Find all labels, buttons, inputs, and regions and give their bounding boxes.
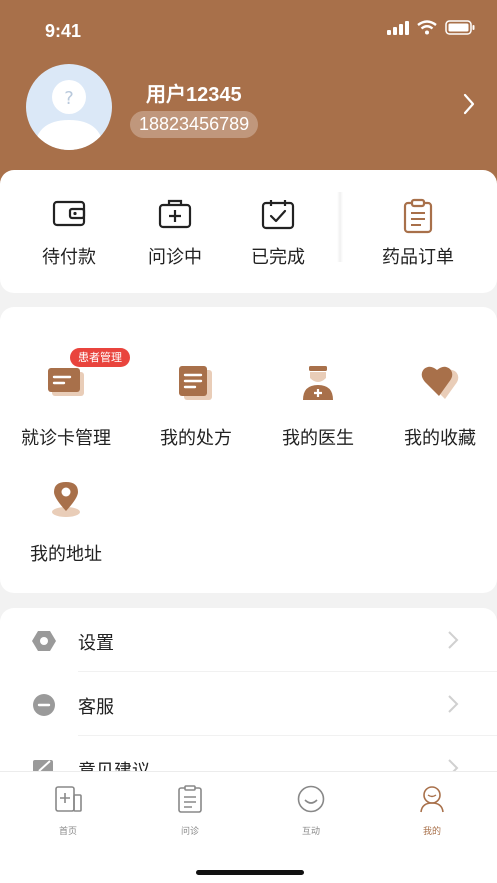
clipboard-icon <box>403 198 433 234</box>
service-my-doctor[interactable]: 我的医生 <box>256 364 380 464</box>
order-divider <box>337 192 343 262</box>
chevron-right-icon <box>448 631 459 649</box>
service-address[interactable]: 我的地址 <box>4 480 128 580</box>
user-icon <box>420 786 444 813</box>
battery-icon <box>445 20 475 35</box>
order-in-consultation[interactable]: 问诊中 <box>125 170 225 293</box>
default-avatar-icon: ? <box>34 80 104 150</box>
order-medicine[interactable]: 药品订单 <box>368 170 468 293</box>
chat-icon <box>33 694 55 716</box>
order-completed[interactable]: 已完成 <box>228 170 328 293</box>
status-icons <box>387 20 475 35</box>
prescription-icon <box>179 366 212 400</box>
service-visit-card[interactable]: 就诊卡管理 <box>4 364 128 464</box>
signal-icon <box>387 20 409 35</box>
customer-service-label: 客服 <box>78 697 114 718</box>
location-pin-icon <box>52 482 80 517</box>
order-label: 已完成 <box>251 247 305 268</box>
customer-service-row[interactable]: 客服 <box>0 672 497 736</box>
order-label: 待付款 <box>42 247 96 268</box>
profile-header[interactable]: ? 用户12345 18823456789 <box>0 60 497 160</box>
tab-label: 我的 <box>422 827 441 837</box>
phone-number: 18823456789 <box>130 111 259 138</box>
doctor-icon <box>303 366 333 400</box>
status-bar: 9:41 <box>0 0 497 60</box>
order-label: 问诊中 <box>148 247 202 268</box>
chevron-right-icon <box>448 695 459 713</box>
patient-management-badge: 患者管理 <box>70 348 130 367</box>
home-icon <box>55 786 82 812</box>
service-prescription[interactable]: 我的处方 <box>134 364 258 464</box>
tab-mine[interactable]: 我的 <box>370 772 494 852</box>
service-label: 我的地址 <box>30 544 102 565</box>
orders-card: 待付款 问诊中 已完成 药品订单 <box>0 170 497 293</box>
order-label: 药品订单 <box>382 247 454 268</box>
service-label: 我的处方 <box>160 428 232 449</box>
calendar-check-icon <box>261 200 295 230</box>
consult-icon <box>178 785 202 813</box>
card-icon <box>48 368 84 396</box>
settings-row[interactable]: 设置 <box>0 608 497 672</box>
service-favorites[interactable]: 我的收藏 <box>378 364 497 464</box>
heart-icon <box>421 366 459 399</box>
chevron-right-icon[interactable] <box>462 93 476 115</box>
smile-icon <box>297 785 325 813</box>
username: 用户12345 <box>146 84 242 106</box>
tab-interaction[interactable]: 互动 <box>249 772 373 852</box>
service-label: 就诊卡管理 <box>21 428 111 449</box>
home-indicator <box>196 870 304 875</box>
service-label: 我的收藏 <box>404 428 476 449</box>
wallet-icon <box>52 200 86 227</box>
svg-text:?: ? <box>64 88 74 109</box>
status-time: 9:41 <box>45 21 82 41</box>
hexagon-settings-icon <box>32 631 56 651</box>
tab-label: 首页 <box>58 827 77 837</box>
tab-home[interactable]: 首页 <box>6 772 130 852</box>
order-pending-payment[interactable]: 待付款 <box>19 170 119 293</box>
service-label: 我的医生 <box>282 428 354 449</box>
avatar[interactable]: ? <box>26 64 112 150</box>
tab-bar: 首页 问诊 互动 我的 <box>0 771 497 883</box>
tab-consult[interactable]: 问诊 <box>128 772 252 852</box>
wifi-icon <box>417 20 437 35</box>
tab-label: 问诊 <box>180 827 199 837</box>
medical-kit-icon <box>158 199 192 229</box>
settings-label: 设置 <box>78 633 114 654</box>
tab-label: 互动 <box>301 827 320 837</box>
